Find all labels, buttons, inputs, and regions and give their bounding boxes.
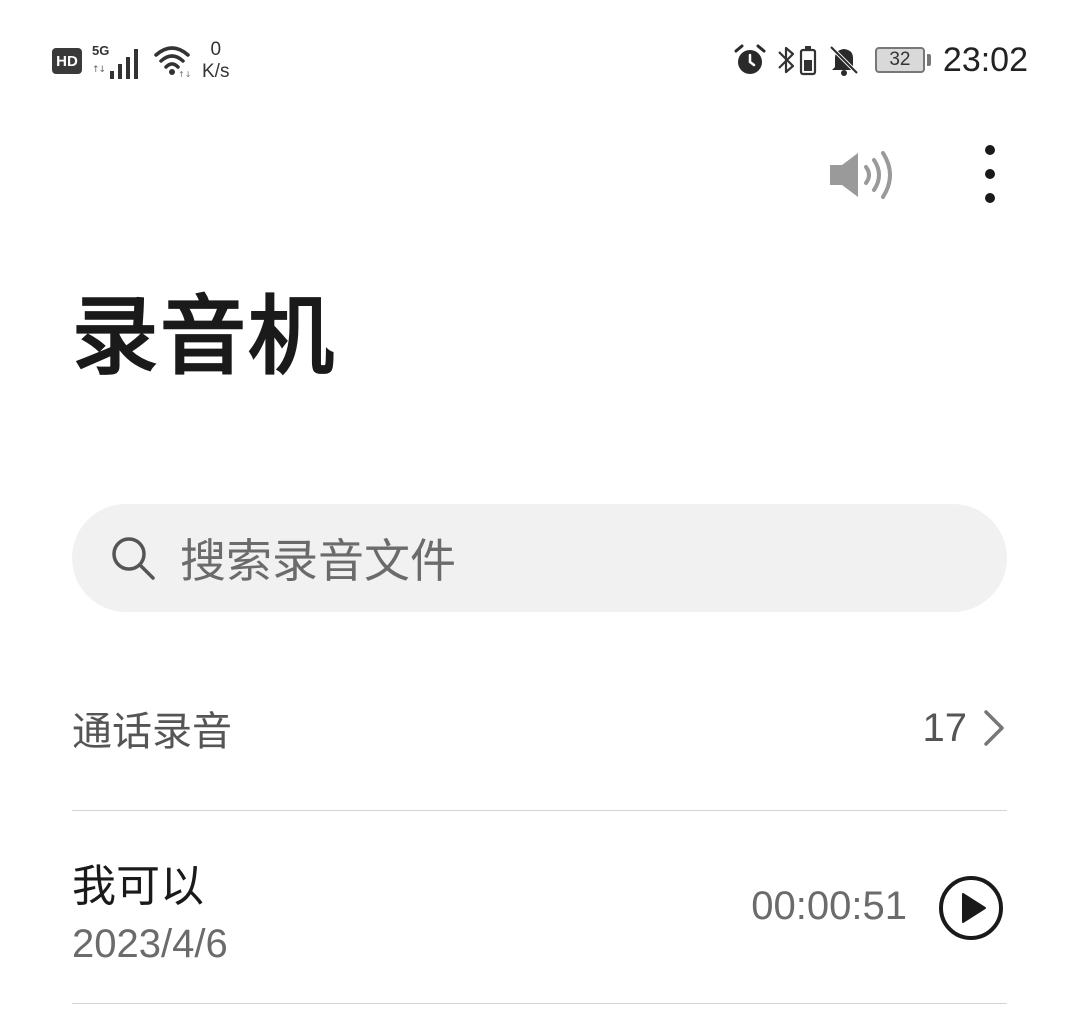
search-input[interactable]: 搜索录音文件 (72, 504, 1007, 612)
call-recordings-label: 通话录音 (72, 709, 232, 755)
recording-duration: 00:00:51 (751, 884, 907, 928)
status-left: HD 5G ↑↓ ↑↓ 0 K/s (52, 36, 229, 86)
wifi-icon: ↑↓ (154, 46, 191, 79)
bluetooth-battery-icon (775, 42, 819, 78)
battery-icon: 32 (874, 47, 931, 73)
status-time: 23:02 (942, 40, 1028, 79)
speaker-button[interactable] (822, 142, 904, 208)
divider (72, 810, 1007, 811)
page-title: 录音机 (72, 287, 336, 387)
network-speed: 0 K/s (202, 39, 230, 82)
more-options-button[interactable] (960, 136, 1020, 212)
chevron-right-icon (984, 710, 1004, 746)
svg-text:↑↓: ↑↓ (178, 70, 191, 79)
call-recordings-count: 17 (922, 705, 968, 750)
call-recordings-row[interactable]: 通话录音 17 (72, 690, 1007, 766)
more-vertical-icon (985, 145, 995, 203)
status-right: 32 23:02 (725, 38, 1028, 82)
signal-5g-icon: 5G ↑↓ (92, 41, 144, 81)
play-circle-icon[interactable] (937, 874, 1005, 942)
hd-badge: HD (52, 48, 82, 74)
speaker-icon (830, 151, 892, 199)
recording-name: 我可以 (72, 861, 204, 912)
divider (72, 1003, 1007, 1004)
alarm-icon (733, 43, 767, 77)
status-bar: HD 5G ↑↓ ↑↓ 0 K/s 32 23:02 (0, 0, 1080, 120)
list-item[interactable]: 我可以 2023/4/6 00:00:51 (72, 840, 1007, 980)
search-icon (112, 537, 155, 580)
mute-bell-icon (827, 43, 861, 77)
search-placeholder: 搜索录音文件 (180, 534, 456, 588)
recording-date: 2023/4/6 (72, 922, 228, 966)
call-recordings-meta: 17 (923, 706, 1008, 751)
